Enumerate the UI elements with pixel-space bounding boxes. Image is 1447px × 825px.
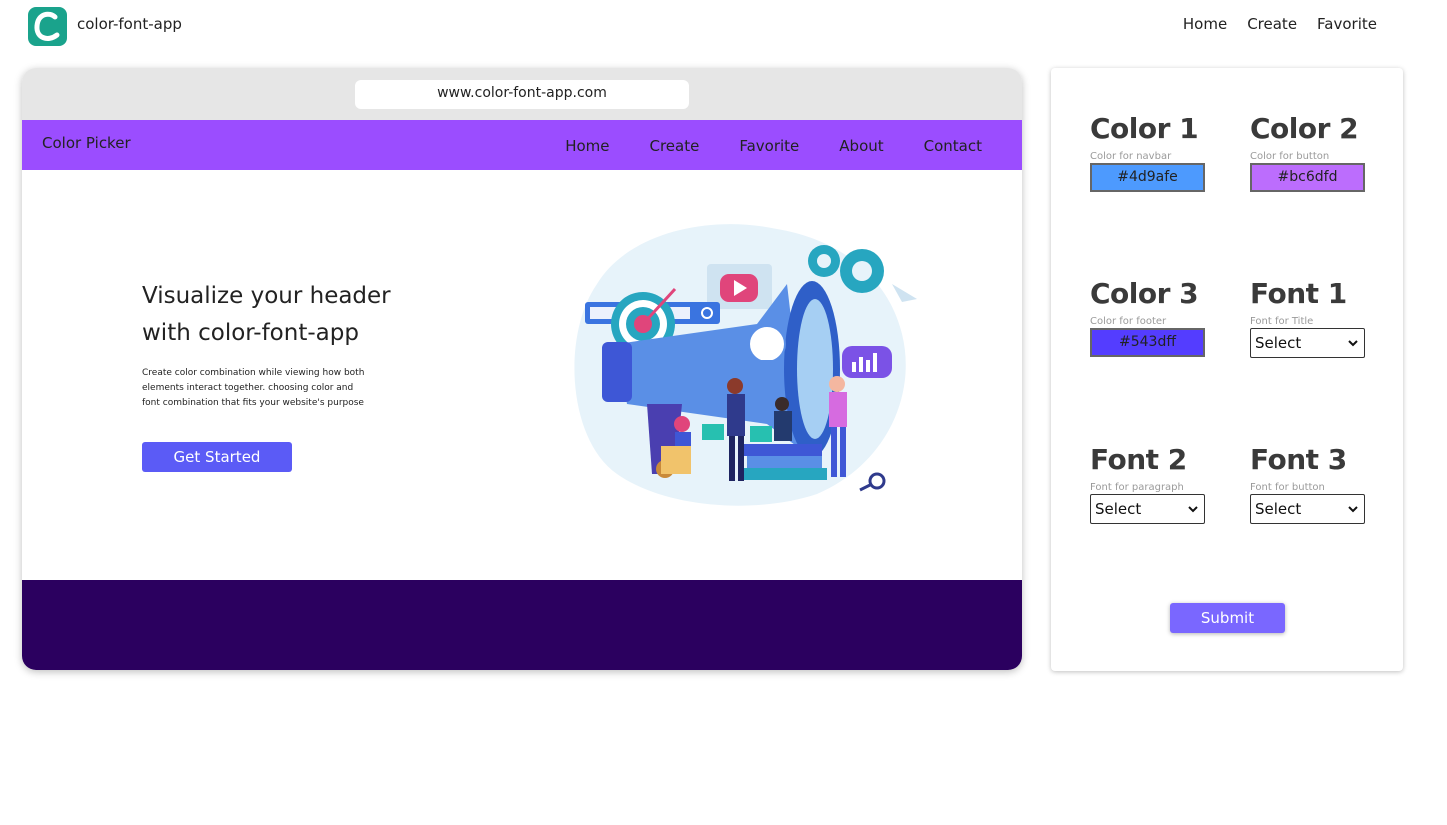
submit-button[interactable]: Submit (1170, 603, 1285, 633)
preview-link-contact: Contact (923, 137, 982, 155)
color1-field: Color 1 Color for navbar #4d9afe (1090, 112, 1205, 192)
chevron-down-icon (1348, 340, 1358, 347)
customization-panel: Color 1 Color for navbar #4d9afe Color 2… (1051, 68, 1403, 671)
url-bar: www.color-font-app.com (355, 80, 689, 109)
font1-title: Font 1 (1250, 277, 1347, 310)
font3-field: Font 3 Font for button Select (1250, 443, 1365, 524)
font2-select-value: Select (1095, 500, 1142, 518)
font1-select-value: Select (1255, 334, 1302, 352)
font1-subtitle: Font for Title (1250, 316, 1314, 327)
color1-swatch[interactable]: #4d9afe (1090, 163, 1205, 192)
color1-title: Color 1 (1090, 112, 1199, 145)
font1-select[interactable]: Select (1250, 328, 1365, 358)
color2-swatch[interactable]: #bc6dfd (1250, 163, 1365, 192)
color1-subtitle: Color for navbar (1090, 151, 1172, 162)
preview-hero: Visualize your header with color-font-ap… (22, 170, 1022, 580)
color2-subtitle: Color for button (1250, 151, 1330, 162)
app-logo-icon[interactable] (28, 7, 67, 46)
font2-field: Font 2 Font for paragraph Select (1090, 443, 1205, 524)
marketing-illustration (574, 224, 917, 506)
preview-link-favorite: Favorite (739, 137, 800, 155)
font3-select[interactable]: Select (1250, 494, 1365, 524)
preview-link-create: Create (649, 137, 700, 155)
font2-title: Font 2 (1090, 443, 1187, 476)
font3-subtitle: Font for button (1250, 482, 1325, 493)
preview-link-home: Home (565, 137, 610, 155)
browser-bar: www.color-font-app.com (22, 68, 1022, 120)
website-preview: www.color-font-app.com Color Picker Home… (22, 68, 1022, 670)
font3-title: Font 3 (1250, 443, 1347, 476)
nav-favorite-link[interactable]: Favorite (1317, 15, 1377, 33)
preview-navbar-links: Home Create Favorite About Contact (565, 137, 982, 155)
chevron-down-icon (1348, 506, 1358, 513)
font2-subtitle: Font for paragraph (1090, 482, 1184, 493)
font3-select-value: Select (1255, 500, 1302, 518)
top-nav-links: Home Create Favorite (1183, 15, 1377, 33)
color2-title: Color 2 (1250, 112, 1359, 145)
preview-navbar: Color Picker Home Create Favorite About … (22, 120, 1022, 170)
hero-text: Create color combination while viewing h… (142, 368, 365, 408)
color3-subtitle: Color for footer (1090, 316, 1167, 327)
get-started-button[interactable]: Get Started (142, 442, 292, 472)
color3-field: Color 3 Color for footer #543dff (1090, 277, 1205, 357)
font1-field: Font 1 Font for Title Select (1250, 277, 1365, 358)
app-brand[interactable]: color-font-app (77, 15, 182, 33)
chevron-down-icon (1188, 506, 1198, 513)
hero-title: Visualize your header with color-font-ap… (142, 283, 391, 346)
nav-home-link[interactable]: Home (1183, 15, 1227, 33)
preview-navbar-brand: Color Picker (42, 134, 131, 152)
color3-swatch[interactable]: #543dff (1090, 328, 1205, 357)
nav-create-link[interactable]: Create (1247, 15, 1297, 33)
top-navbar: color-font-app Home Create Favorite (0, 0, 1447, 50)
preview-footer (22, 580, 1022, 670)
font2-select[interactable]: Select (1090, 494, 1205, 524)
color3-title: Color 3 (1090, 277, 1199, 310)
color2-field: Color 2 Color for button #bc6dfd (1250, 112, 1365, 192)
preview-link-about: About (839, 137, 884, 155)
